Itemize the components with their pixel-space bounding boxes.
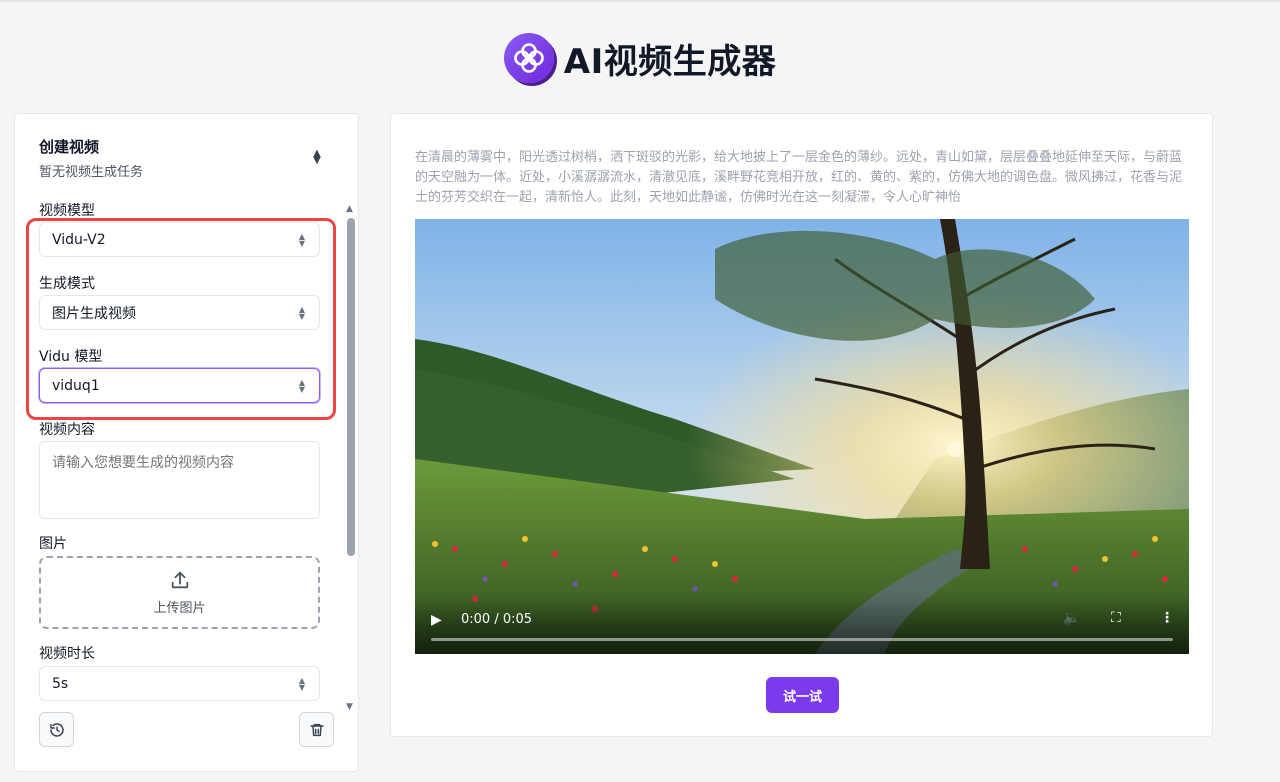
video-frame	[415, 219, 1189, 654]
history-button[interactable]	[39, 712, 74, 747]
app-title: AI视频生成器	[563, 41, 777, 82]
upload-label: 上传图片	[153, 601, 206, 616]
video-model-label: 视频模型	[39, 203, 95, 219]
preview-panel: 在清晨的薄雾中，阳光透过树梢，洒下斑驳的光影，给大地披上了一层金色的薄纱。远处，…	[390, 113, 1213, 737]
duration-label: 视频时长	[39, 646, 95, 662]
fullscreen-icon[interactable]: ⛶	[1111, 610, 1121, 626]
duration-select[interactable]: 5s ▲ ▼	[39, 666, 320, 701]
video-player[interactable]: ▶ 0:00 / 0:05 🔈 ⛶ ⋮	[415, 219, 1189, 654]
upload-icon	[171, 571, 188, 589]
prompt-description: 在清晨的薄雾中，阳光透过树梢，洒下斑驳的光影，给大地披上了一层金色的薄纱。远处，…	[415, 150, 1183, 205]
duration-value: 5s	[52, 675, 69, 692]
play-icon[interactable]: ▶	[431, 612, 442, 628]
chevron-updown-icon: ▲ ▼	[298, 676, 305, 692]
video-time: 0:00 / 0:05	[461, 612, 533, 627]
highlight-box	[26, 218, 336, 420]
video-content-input[interactable]	[39, 441, 320, 519]
create-video-panel: 创建视频 暂无视频生成任务 ▲ ▼ 视频模型 Vidu-V2 ▲ ▼ 生成模式 图片…	[14, 113, 359, 772]
volume-icon[interactable]: 🔈	[1063, 610, 1080, 626]
image-label: 图片	[39, 536, 67, 552]
app-header: AI视频生成器	[0, 30, 1280, 86]
scroll-thumb[interactable]	[347, 218, 355, 556]
panel-scrollbar[interactable]: ▲ ▼	[345, 204, 357, 712]
scroll-down-icon[interactable]: ▼	[346, 702, 353, 712]
try-button[interactable]: 试一试	[766, 677, 839, 713]
chevron-updown-icon[interactable]: ▲ ▼	[310, 149, 324, 166]
panel-title: 创建视频	[39, 138, 100, 156]
panel-subtitle: 暂无视频生成任务	[39, 165, 144, 180]
flower-logo-icon	[503, 33, 554, 83]
image-upload-area[interactable]: 上传图片	[39, 556, 320, 629]
video-controls: ▶ 0:00 / 0:05 🔈 ⛶ ⋮	[415, 594, 1189, 654]
delete-button[interactable]	[299, 712, 334, 747]
video-content-label: 视频内容	[39, 422, 95, 438]
history-icon	[49, 722, 64, 737]
video-progress-bar[interactable]	[431, 638, 1173, 641]
top-border	[0, 0, 1280, 2]
trash-icon	[309, 723, 324, 736]
scroll-up-icon[interactable]: ▲	[346, 204, 353, 214]
more-options-icon[interactable]: ⋮	[1160, 610, 1174, 626]
panel-header[interactable]: 创建视频 暂无视频生成任务 ▲ ▼	[39, 136, 324, 180]
